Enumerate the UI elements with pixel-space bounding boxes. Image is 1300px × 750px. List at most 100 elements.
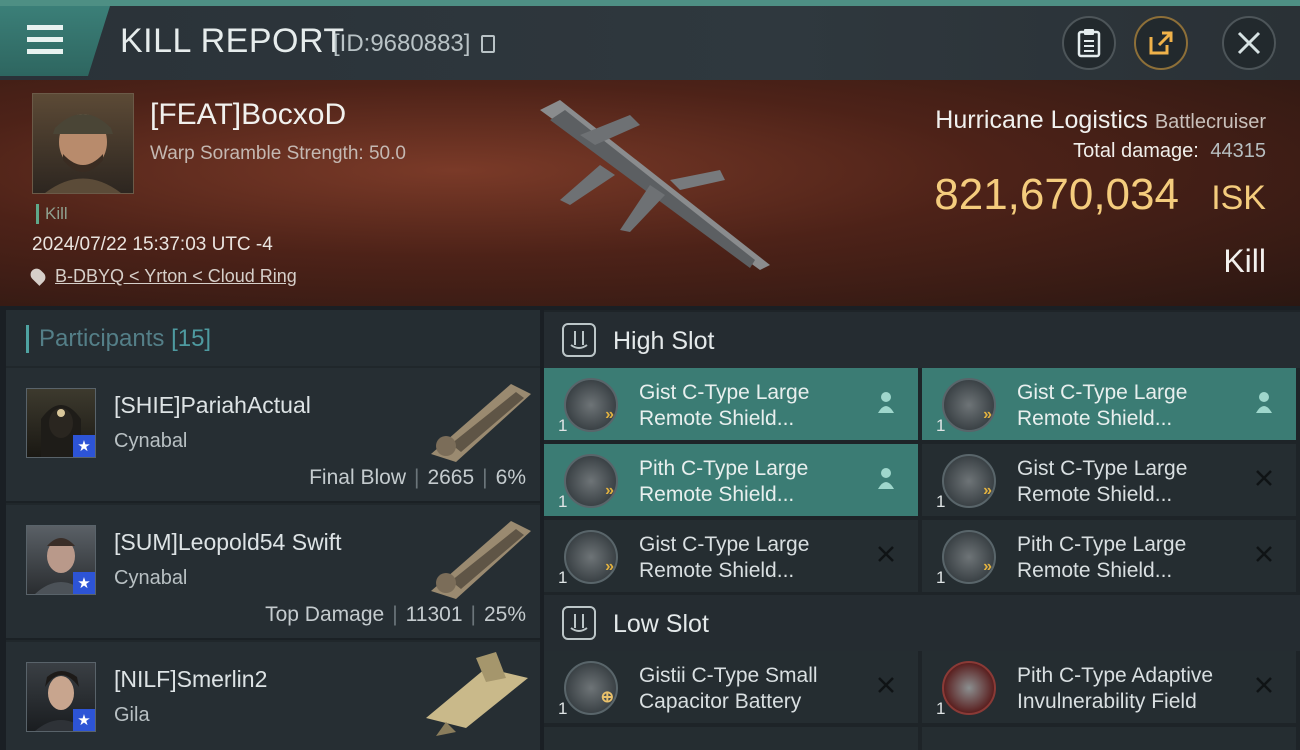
person-icon — [1254, 390, 1274, 414]
destroyed-x-icon — [1254, 466, 1274, 490]
module-item[interactable] — [922, 727, 1296, 750]
pilot-portrait-image — [45, 114, 121, 193]
star-icon: ★ — [73, 435, 95, 457]
module-item[interactable]: 1 Pith C-Type Adaptive Invulnerability Fi… — [922, 651, 1296, 723]
stat-label: Final Blow — [309, 466, 406, 489]
module-item[interactable]: » 1 Pith C-Type Large Remote Shield... — [544, 444, 918, 516]
participant-stats: Top Damage | 11301 | 25% — [265, 603, 526, 626]
close-icon — [1237, 31, 1261, 55]
destroyed-x-icon — [1254, 673, 1274, 697]
page-title: KILL REPORT — [120, 22, 345, 60]
participant-ship-image — [426, 652, 528, 736]
star-icon: ★ — [73, 572, 95, 594]
stat-percent: 25% — [483, 603, 526, 626]
clipboard-icon — [1077, 29, 1101, 58]
kill-id-text: [ID:9680883] — [333, 30, 471, 57]
fittings-panel: High Slot » 1 Gist C-Type Large Remote Sh… — [544, 310, 1300, 750]
participants-label: Participants [15] — [26, 325, 211, 353]
close-button[interactable] — [1222, 16, 1276, 70]
module-item[interactable]: » 1 Pith C-Type Large Remote Shield... — [922, 520, 1296, 592]
participant-row[interactable]: ★ [SUM]Leopold54 Swift Cynabal Top Damag… — [6, 505, 540, 640]
isk-amount: 821,670,034 — [934, 170, 1179, 219]
low-slot-header: Low Slot — [544, 595, 1300, 651]
module-item[interactable]: » 1 Gist C-Type Large Remote Shield... — [922, 444, 1296, 516]
participant-name[interactable]: [SHIE]PariahActual — [114, 392, 311, 419]
kill-timestamp: 2024/07/22 15:37:03 UTC -4 — [32, 234, 273, 255]
participant-ship-image — [431, 384, 531, 462]
location-link[interactable]: B-DBYQ < Yrton < Cloud Ring — [55, 266, 297, 286]
module-item[interactable]: ⊕ 1 Gistii C-Type Small Capacitor Battery — [544, 651, 918, 723]
module-name: Gistii C-Type Small Capacitor Battery — [639, 664, 818, 713]
stat-damage: 11301 — [405, 603, 463, 626]
victim-avatar[interactable] — [32, 93, 134, 194]
module-name: Gist C-Type Large Remote Shield... — [1017, 381, 1188, 430]
capacitor-battery-icon: ⊕ — [564, 661, 618, 715]
low-slot-icon — [562, 606, 596, 640]
module-qty: 1 — [558, 699, 568, 718]
participant-ship: Cynabal — [114, 567, 188, 589]
isk-value: 821,670,034 ISK — [934, 170, 1266, 220]
participants-title: Participants — [39, 325, 165, 352]
ship-name: Hurricane Logistics — [935, 106, 1148, 134]
module-qty: 1 — [558, 416, 568, 435]
shield-module-icon: » — [564, 530, 618, 584]
shield-module-icon: » — [564, 454, 618, 508]
module-item[interactable] — [544, 727, 918, 750]
destroyed-x-icon — [876, 673, 896, 697]
high-slot-icon — [562, 323, 596, 357]
module-name: Gist C-Type Large Remote Shield... — [1017, 457, 1188, 506]
person-icon — [876, 390, 896, 414]
victim-name[interactable]: [FEAT]BocxoD — [150, 98, 346, 132]
participant-row[interactable]: ★ [SHIE]PariahActual Cynabal Final Blow |… — [6, 368, 540, 503]
invulnerability-field-icon — [942, 661, 996, 715]
module-name: Pith C-Type Adaptive Invulnerability Fiel… — [1017, 664, 1214, 713]
star-icon: ★ — [73, 709, 95, 731]
ship-class: Battlecruiser — [1154, 111, 1266, 133]
high-slot-header: High Slot — [544, 312, 1300, 368]
participant-ship: Gila — [114, 704, 150, 726]
module-name: Pith C-Type Large Remote Shield... — [1017, 533, 1187, 582]
participant-ship: Cynabal — [114, 430, 188, 452]
participant-avatar: ★ — [26, 525, 96, 595]
shield-module-icon: » — [942, 454, 996, 508]
kill-id: [ID:9680883] — [333, 30, 496, 58]
module-name: Gist C-Type Large Remote Shield... — [639, 533, 810, 582]
participant-avatar: ★ — [26, 662, 96, 732]
module-item[interactable]: » 1 Gist C-Type Large Remote Shield... — [922, 368, 1296, 440]
menu-button[interactable] — [0, 6, 110, 76]
destroyed-x-icon — [1254, 542, 1274, 566]
kill-location[interactable]: B-DBYQ < Yrton < Cloud Ring — [28, 266, 297, 287]
module-item[interactable]: » 1 Gist C-Type Large Remote Shield... — [544, 368, 918, 440]
participant-name[interactable]: [NILF]Smerlin2 — [114, 666, 267, 693]
participants-count: [15] — [171, 325, 212, 352]
share-icon — [1149, 31, 1173, 55]
participants-header[interactable]: Participants [15] — [6, 310, 540, 366]
stat-damage: 2665 — [427, 466, 475, 489]
total-damage-label: Total damage: — [1073, 140, 1199, 162]
module-item[interactable]: » 1 Gist C-Type Large Remote Shield... — [544, 520, 918, 592]
total-damage: Total damage: 44315 — [1073, 140, 1266, 163]
module-qty: 1 — [936, 568, 946, 587]
clipboard-button[interactable] — [1062, 16, 1116, 70]
location-pin-icon — [28, 266, 48, 286]
copy-icon[interactable] — [481, 35, 496, 53]
kill-result: Kill — [1223, 243, 1266, 279]
module-qty: 1 — [558, 492, 568, 511]
victim-ship[interactable]: Hurricane Logistics Battlecruiser — [935, 106, 1266, 135]
participants-panel: Participants [15] ★ [SHIE]PariahActual C… — [6, 310, 540, 750]
module-qty: 1 — [936, 699, 946, 718]
module-qty: 1 — [936, 416, 946, 435]
person-icon — [876, 466, 896, 490]
shield-module-icon: » — [564, 378, 618, 432]
module-qty: 1 — [558, 568, 568, 587]
module-name: Gist C-Type Large Remote Shield... — [639, 381, 810, 430]
participant-row[interactable]: ★ [NILF]Smerlin2 Gila — [6, 642, 540, 750]
participant-stats: Final Blow | 2665 | 6% — [309, 466, 526, 489]
victim-ship-image — [540, 100, 770, 270]
module-qty: 1 — [936, 492, 946, 511]
share-button[interactable] — [1134, 16, 1188, 70]
participant-name[interactable]: [SUM]Leopold54 Swift — [114, 529, 342, 556]
victim-banner: [FEAT]BocxoD Warp Soramble Strength: 50.… — [0, 80, 1300, 306]
participant-avatar: ★ — [26, 388, 96, 458]
warp-scramble-strength: Warp Soramble Strength: 50.0 — [150, 143, 406, 164]
